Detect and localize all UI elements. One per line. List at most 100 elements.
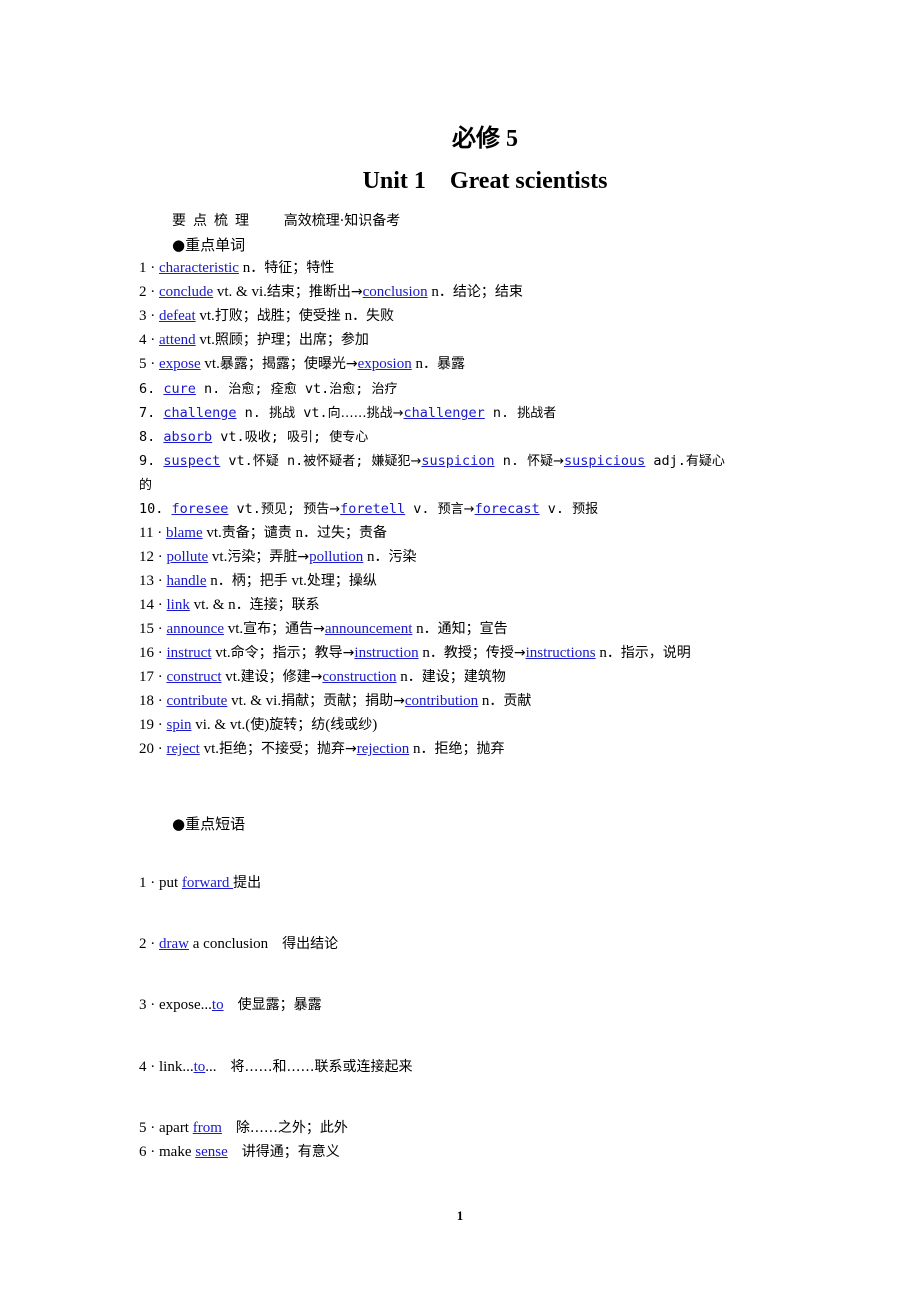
vocab-link[interactable]: construction — [322, 669, 396, 685]
vocab-definition: vt.怀疑 n.被怀疑者; 嫌疑犯→ — [220, 453, 422, 469]
vocab-number: 11 · — [139, 525, 166, 541]
vocab-link[interactable]: cure — [163, 381, 196, 397]
vocab-definition: vt. & vi.结束；推断出→ — [213, 284, 363, 300]
vocab-link[interactable]: conclude — [159, 284, 213, 300]
section-title: 要点梳理 — [172, 213, 256, 229]
vocab-link[interactable]: contribute — [167, 693, 228, 709]
phrase-number: 3 · — [139, 997, 159, 1013]
vocab-link[interactable]: link — [167, 597, 190, 613]
vocab-item: 13 · handle n．柄；把手 vt.处理；操纵 — [139, 572, 377, 590]
vocab-link[interactable]: handle — [167, 573, 207, 589]
vocab-definition: vt.宣布；通告→ — [223, 621, 325, 637]
vocab-definition: vt.照顾；护理；出席；参加 — [195, 332, 369, 348]
vocab-link[interactable]: rejection — [357, 741, 409, 757]
vocab-link[interactable]: suspicious — [564, 453, 645, 469]
phrase-item: 1 · put forward 提出 — [139, 874, 261, 892]
vocab-link[interactable]: conclusion — [363, 284, 428, 300]
vocab-definition: vt.命令；指示；教导→ — [211, 645, 355, 661]
vocab-item: 14 · link vt. & n．连接；联系 — [139, 596, 320, 614]
vocab-item: 11 · blame vt.责备；谴责 n．过失；责备 — [139, 524, 387, 542]
vocab-definition: n．教授；传授→ — [418, 645, 526, 661]
vocab-item: 1 · characteristic n．特征；特性 — [139, 259, 334, 277]
vocab-link[interactable]: construct — [167, 669, 222, 685]
phrase-link[interactable]: to — [194, 1059, 206, 1075]
vocab-item: 4 · attend vt.照顾；护理；出席；参加 — [139, 331, 369, 349]
vocab-link[interactable]: spin — [167, 717, 192, 733]
vocab-link[interactable]: attend — [159, 332, 196, 348]
vocab-link[interactable]: suspect — [163, 453, 220, 469]
vocab-number: 10. — [139, 501, 172, 517]
vocab-link[interactable]: foretell — [340, 501, 405, 517]
vocab-definition: n. 挑战 vt.向……挑战→ — [236, 405, 404, 421]
vocab-link[interactable]: foresee — [172, 501, 229, 517]
vocab-definition: vt.吸收; 吸引; 使专心 — [212, 429, 369, 445]
vocab-link[interactable]: announce — [167, 621, 224, 637]
phrases-heading: ●重点短语 — [172, 815, 246, 833]
vocab-definition: vt. & n．连接；联系 — [189, 597, 320, 613]
vocab-number: 19 · — [139, 717, 167, 733]
vocab-link[interactable]: challenge — [163, 405, 236, 421]
page-number: 1 — [456, 1208, 464, 1223]
vocab-number: 8. — [139, 429, 164, 445]
vocab-item: 3 · defeat vt.打败；战胜；使受挫 n．失败 — [139, 307, 394, 325]
vocab-definition: vt.预见; 预告→ — [228, 501, 341, 517]
phrase-item: 6 · make sense 讲得通；有意义 — [139, 1143, 340, 1161]
vocab-link[interactable]: instruction — [354, 645, 418, 661]
vocab-item: 17 · construct vt.建设；修建→construction n．建… — [139, 668, 506, 686]
vocab-link[interactable]: pollution — [309, 549, 363, 565]
vocab-item: 12 · pollute vt.污染；弄脏→pollution n．污染 — [139, 548, 417, 566]
vocab-item: 18 · contribute vt. & vi.捐献；贡献；捐助→contri… — [139, 692, 531, 710]
vocab-number: 6. — [139, 381, 164, 397]
vocab-item: 9. suspect vt.怀疑 n.被怀疑者; 嫌疑犯→suspicion n… — [139, 452, 725, 471]
phrase-link[interactable]: from — [193, 1120, 222, 1136]
vocab-link[interactable]: contribution — [405, 693, 478, 709]
vocab-link[interactable]: characteristic — [159, 260, 239, 276]
vocab-definition: v. 预言→ — [405, 501, 475, 517]
vocab-link[interactable]: reject — [167, 741, 200, 757]
phrase-definition: ... 将……和……联系或连接起来 — [205, 1059, 413, 1075]
vocab-link[interactable]: suspicion — [421, 453, 494, 469]
vocab-definition: vt.建设；修建→ — [221, 669, 323, 685]
vocab-link[interactable]: challenger — [404, 405, 485, 421]
phrase-number: 1 · — [139, 875, 159, 891]
phrase-definition: 提出 — [233, 875, 262, 891]
phrase-link[interactable]: forward — [182, 875, 233, 891]
vocab-definition: v. 预报 — [539, 501, 599, 517]
phrase-item: 3 · expose...to 使显露；暴露 — [139, 996, 322, 1014]
vocab-link[interactable]: instruct — [167, 645, 212, 661]
phrase-link[interactable]: draw — [159, 936, 189, 952]
vocab-definition: vi. & vt.(使)旋转；纺(线或纱) — [191, 717, 378, 733]
vocab-definition: vt.暴露；揭露；使曝光→ — [200, 356, 358, 372]
vocab-link[interactable]: exposion — [358, 356, 412, 372]
vocab-number: 1 · — [139, 260, 159, 276]
phrase-link[interactable]: to — [212, 997, 224, 1013]
vocab-link[interactable]: expose — [159, 356, 201, 372]
vocab-definition: n．污染 — [363, 549, 417, 565]
phrase-definition: put — [159, 875, 182, 891]
vocab-definition: n．贡献 — [478, 693, 532, 709]
phrase-definition: 使显露；暴露 — [223, 997, 322, 1013]
vocab-item: 19 · spin vi. & vt.(使)旋转；纺(线或纱) — [139, 716, 377, 734]
phrase-link[interactable]: sense — [195, 1144, 228, 1160]
phrase-definition: 讲得通；有意义 — [227, 1144, 340, 1160]
vocab-link[interactable]: pollute — [167, 549, 209, 565]
vocab-number: 4 · — [139, 332, 159, 348]
vocab-number: 13 · — [139, 573, 167, 589]
vocab-definition: vt.污染；弄脏→ — [208, 549, 310, 565]
vocab-link[interactable]: defeat — [159, 308, 196, 324]
vocab-link[interactable]: instructions — [526, 645, 596, 661]
vocab-number: 16 · — [139, 645, 167, 661]
vocab-number: 9. — [139, 453, 164, 469]
vocab-definition: n．通知；宣告 — [412, 621, 508, 637]
vocab-link[interactable]: forecast — [475, 501, 540, 517]
vocab-definition: vt.拒绝；不接受；抛弃→ — [199, 741, 357, 757]
phrase-number: 6 · — [139, 1144, 159, 1160]
vocab-link[interactable]: announcement — [325, 621, 412, 637]
phrase-item: 5 · apart from 除……之外；此外 — [139, 1119, 348, 1137]
vocab-definition: adj.有疑心 — [645, 453, 725, 469]
vocab-item: 10. foresee vt.预见; 预告→foretell v. 预言→for… — [139, 500, 598, 519]
vocab-link[interactable]: absorb — [163, 429, 212, 445]
vocab-link[interactable]: blame — [166, 525, 203, 541]
phrase-definition: make — [159, 1144, 196, 1160]
vocab-number: 14 · — [139, 597, 167, 613]
